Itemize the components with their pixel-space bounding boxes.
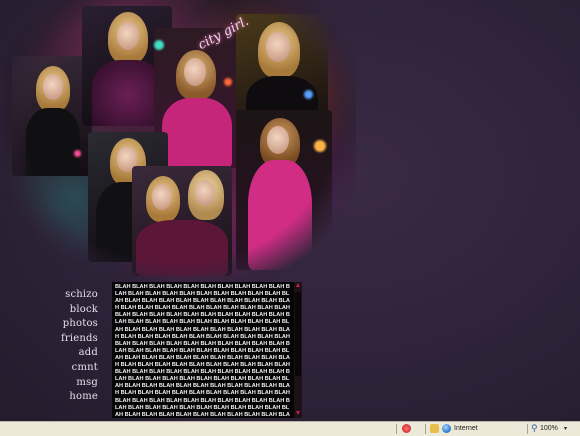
nav-link-schizo[interactable]: schizo bbox=[56, 288, 98, 303]
collage-photo bbox=[132, 166, 232, 276]
lock-icon bbox=[430, 424, 439, 433]
globe-icon bbox=[442, 424, 451, 433]
content-scroll-box[interactable]: BLAH BLAH BLAH BLAH BLAH BLAH BLAH BLAH … bbox=[112, 282, 294, 418]
magnifier-icon[interactable]: ⚲ bbox=[531, 423, 538, 434]
content-scrollbar[interactable]: ▲ ▼ bbox=[294, 282, 302, 418]
security-zone-label[interactable]: Internet bbox=[454, 425, 478, 432]
nav-link-cmnt[interactable]: cmnt bbox=[56, 361, 98, 376]
status-divider bbox=[396, 424, 397, 434]
nav-link-add[interactable]: add bbox=[56, 346, 98, 361]
content-text: BLAH BLAH BLAH BLAH BLAH BLAH BLAH BLAH … bbox=[115, 284, 290, 418]
scroll-thumb[interactable] bbox=[295, 292, 301, 376]
nav-link-block[interactable]: block bbox=[56, 303, 98, 318]
status-divider bbox=[527, 424, 528, 434]
bokeh-light bbox=[74, 150, 81, 157]
zoom-level[interactable]: 100% bbox=[540, 425, 558, 432]
browser-status-bar: Internet ⚲ 100% ▾ bbox=[0, 421, 580, 436]
nav-link-msg[interactable]: msg bbox=[56, 376, 98, 391]
nav-menu: schizo block photos friends add cmnt msg… bbox=[56, 288, 98, 405]
bokeh-light bbox=[314, 140, 326, 152]
bokeh-light bbox=[224, 78, 232, 86]
scroll-up-arrow-icon[interactable]: ▲ bbox=[294, 282, 302, 290]
collage-photo bbox=[236, 110, 332, 270]
collage-photo bbox=[12, 56, 92, 176]
nav-link-home[interactable]: home bbox=[56, 390, 98, 405]
page: city girl. schizo block photos friends a… bbox=[0, 0, 580, 421]
zoom-dropdown-icon[interactable]: ▾ bbox=[564, 425, 567, 432]
bokeh-light bbox=[304, 90, 313, 99]
header-collage-image: city girl. bbox=[4, 0, 356, 282]
status-divider bbox=[425, 424, 426, 434]
nav-link-friends[interactable]: friends bbox=[56, 332, 98, 347]
popup-blocked-icon[interactable] bbox=[402, 424, 411, 433]
bokeh-light bbox=[154, 40, 164, 50]
nav-link-photos[interactable]: photos bbox=[56, 317, 98, 332]
scroll-down-arrow-icon[interactable]: ▼ bbox=[294, 410, 302, 418]
